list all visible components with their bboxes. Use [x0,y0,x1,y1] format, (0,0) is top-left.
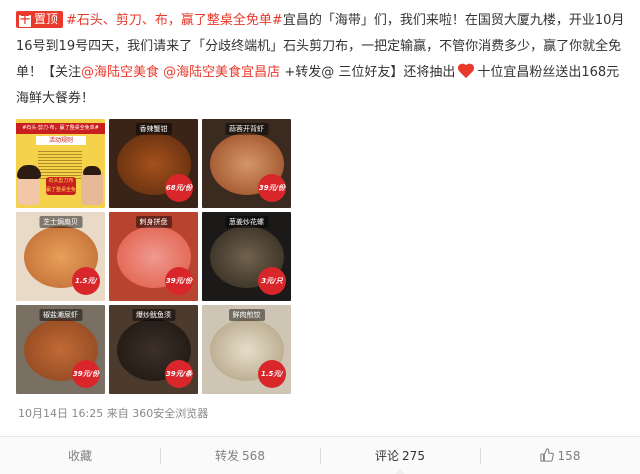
favorite-button[interactable]: 收藏 [0,437,160,474]
photo-thumbnail[interactable]: 刺身拼盘 39元/份 [109,212,198,301]
comment-label: 评论 [375,448,400,463]
pinned-label: 置顶 [34,12,59,26]
hashtag-link[interactable]: #石头、剪刀、布，赢了整桌全免单# [66,13,283,28]
dish-name: 刺身拼盘 [135,216,172,228]
price-badge: 1.5元/只 [72,267,100,295]
price-badge: 39元/份 [72,360,100,388]
poster-badge: 石头剪刀布 赢了整桌全免单 [46,177,77,202]
like-button[interactable]: 158 [480,437,640,474]
photo-grid: #石头·剪刀·布，赢了整桌全免单# 活动规则 石头剪刀布 赢了整桌全免单 香辣蟹… [16,119,291,394]
thumbs-up-icon [539,447,554,462]
price-badge: 39元/份 [165,267,193,295]
post-time-link[interactable]: 16:25 [72,407,104,420]
poster-banner: #石头·剪刀·布，赢了整桌全免单# [16,123,105,134]
like-count: 158 [557,448,581,463]
dish-name: 芝士焗扇贝 [39,216,82,228]
person-photo [17,165,41,205]
person-photo [81,166,103,205]
pin-icon: 干 [19,15,31,27]
photo-thumbnail[interactable]: 爆炒鱿鱼须 39元/条 [109,305,198,394]
favorite-label: 收藏 [67,448,92,463]
price-badge: 39元/条 [165,360,193,388]
price-badge: 1.5元/只 [258,360,286,388]
mention-link-haeluk[interactable]: @海陆空美食 [81,65,159,80]
pinned-badge: 干置顶 [16,11,64,28]
photo-thumbnail[interactable]: 葱姜炒花螺 3元/只 [202,212,291,301]
photo-thumbnail[interactable]: 香辣蟹钳 68元/份 [109,119,198,208]
photo-thumbnail-poster[interactable]: #石头·剪刀·布，赢了整桌全免单# 活动规则 石头剪刀布 赢了整桌全免单 [16,119,105,208]
post-source: 来自 360安全浏览器 [106,407,209,420]
mention-link-yichang-store[interactable]: @海陆空美食宜昌店 [163,65,280,80]
photo-thumbnail[interactable]: 椒盐濑尿虾 39元/份 [16,305,105,394]
post-meta: 10月14日 16:25 来自 360安全浏览器 [18,405,208,421]
photo-thumbnail[interactable]: 蒜蓉开背虾 39元/份 [202,119,291,208]
post-text: 干置顶 #石头、剪刀、布，赢了整桌全免单#宜昌的「海带」们，我们来啦！在国贸大厦九… [16,8,628,112]
comment-button[interactable]: 评论 275 [320,437,480,474]
dish-name: 葱姜炒花螺 [225,216,268,228]
repost-button[interactable]: 转发 568 [160,437,320,474]
photo-thumbnail[interactable]: 芝士焗扇贝 1.5元/只 [16,212,105,301]
poster-text-block [38,149,82,179]
price-badge: 3元/只 [258,267,286,295]
active-indicator-caret [394,469,406,474]
dish-name: 椒盐濑尿虾 [39,309,82,321]
poster-subtitle: 活动规则 [36,136,86,145]
dish-name: 香辣蟹钳 [135,123,172,135]
action-bar: 收藏 转发 568 评论 275 158 [0,436,640,474]
heart-emoji-icon [457,64,475,78]
dish-name: 鲜肉煎饺 [228,309,265,321]
post-text-segment: +转发@ 三位好友】还将抽出 [280,65,456,80]
repost-label: 转发 [215,448,240,463]
dish-name: 蒜蓉开背虾 [225,123,268,135]
comment-count: 275 [402,448,425,463]
repost-count: 568 [242,448,265,463]
dish-name: 爆炒鱿鱼须 [132,309,175,321]
price-badge: 68元/份 [165,174,193,202]
post-date-link[interactable]: 10月14日 [18,407,68,420]
photo-thumbnail[interactable]: 鲜肉煎饺 1.5元/只 [202,305,291,394]
price-badge: 39元/份 [258,174,286,202]
